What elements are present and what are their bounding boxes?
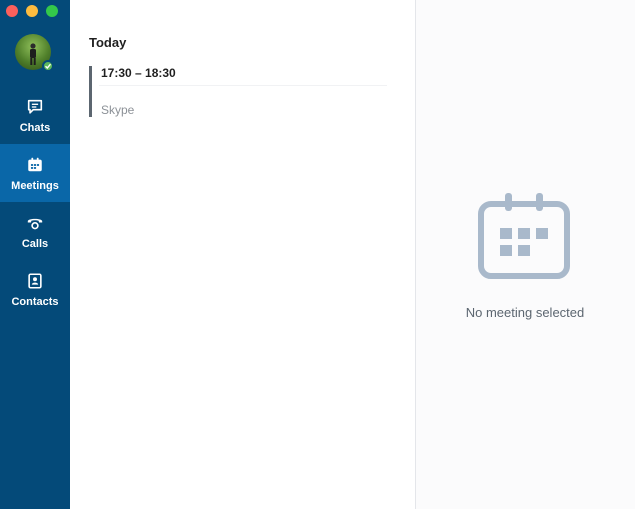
meeting-source: Skype (101, 103, 135, 117)
phone-icon (25, 213, 45, 233)
empty-state-text: No meeting selected (465, 305, 585, 320)
sidebar-item-label: Calls (21, 237, 49, 250)
divider (99, 85, 387, 86)
chat-icon (25, 97, 45, 117)
meeting-time: 17:30 – 18:30 (101, 66, 176, 80)
avatar-figure (30, 43, 36, 65)
zoom-window-button[interactable] (46, 5, 58, 17)
sidebar-item-label: Contacts (11, 295, 59, 308)
minimize-window-button[interactable] (26, 5, 38, 17)
close-window-button[interactable] (6, 5, 18, 17)
app-window: Chats Meetings Calls Contacts Today 17:3… (0, 0, 635, 509)
contacts-icon (25, 271, 45, 291)
sidebar-item-meetings[interactable]: Meetings (0, 144, 70, 202)
meeting-detail-panel: No meeting selected (416, 0, 635, 509)
meetings-list-panel: Today 17:30 – 18:30 Skype (70, 0, 416, 509)
calendar-icon (25, 155, 45, 175)
avatar[interactable] (15, 34, 54, 72)
calendar-icon (478, 193, 570, 279)
presence-badge (42, 60, 54, 72)
list-item[interactable]: 17:30 – 18:30 Skype (89, 66, 389, 118)
check-icon (45, 63, 52, 70)
window-controls (6, 5, 58, 17)
meeting-accent-bar (89, 66, 92, 117)
sidebar-item-label: Meetings (11, 179, 59, 192)
sidebar-item-calls[interactable]: Calls (0, 202, 70, 260)
sidebar: Chats Meetings Calls Contacts (0, 0, 70, 509)
sidebar-item-label: Chats (19, 121, 51, 134)
sidebar-nav: Chats Meetings Calls Contacts (0, 86, 70, 318)
sidebar-item-chats[interactable]: Chats (0, 86, 70, 144)
sidebar-item-contacts[interactable]: Contacts (0, 260, 70, 318)
section-title: Today (89, 35, 127, 50)
